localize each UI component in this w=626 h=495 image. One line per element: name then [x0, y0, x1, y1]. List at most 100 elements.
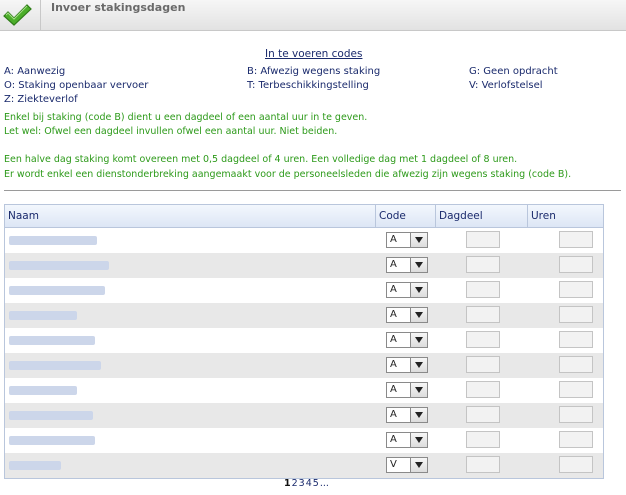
staking-grid: Naam Code Dagdeel Uren A A A A A A A A A V	[4, 204, 604, 479]
employee-name-link[interactable]	[9, 461, 61, 470]
header-code[interactable]: Code	[375, 205, 435, 227]
code-select[interactable]: A	[386, 257, 428, 273]
dagdeel-input[interactable]	[466, 231, 500, 248]
code-select[interactable]: A	[386, 282, 428, 298]
page-link[interactable]: 4	[306, 478, 312, 489]
uren-input[interactable]	[559, 431, 593, 448]
chevron-down-icon[interactable]	[410, 433, 427, 447]
employee-name-link[interactable]	[9, 361, 101, 370]
table-row: A	[5, 353, 603, 378]
uren-input[interactable]	[559, 381, 593, 398]
code-select-value: A	[390, 234, 397, 245]
note-line: Een halve dag staking komt overeen met 0…	[4, 154, 518, 165]
employee-name-link[interactable]	[9, 386, 77, 395]
employee-name-link[interactable]	[9, 236, 97, 245]
chevron-down-icon[interactable]	[410, 258, 427, 272]
table-row: A	[5, 328, 603, 353]
title-bar: Invoer stakingsdagen	[0, 0, 626, 31]
code-v: V: Verlofstelsel	[469, 80, 543, 91]
header-uren[interactable]: Uren	[527, 205, 603, 227]
chevron-down-icon[interactable]	[410, 383, 427, 397]
code-select[interactable]: A	[386, 432, 428, 448]
dagdeel-input[interactable]	[466, 331, 500, 348]
table-row: A	[5, 378, 603, 403]
table-row: A	[5, 228, 603, 253]
page-link[interactable]: ...	[320, 478, 329, 489]
table-row: A	[5, 428, 603, 453]
employee-name-link[interactable]	[9, 311, 77, 320]
chevron-down-icon[interactable]	[410, 408, 427, 422]
employee-name-link[interactable]	[9, 436, 95, 445]
uren-input[interactable]	[559, 256, 593, 273]
code-select[interactable]: A	[386, 382, 428, 398]
table-row: A	[5, 303, 603, 328]
code-select-value: A	[390, 334, 397, 345]
code-select[interactable]: A	[386, 357, 428, 373]
code-select-value: A	[390, 359, 397, 370]
code-select-value: V	[390, 459, 397, 470]
code-select[interactable]: V	[386, 457, 428, 473]
code-g: G: Geen opdracht	[469, 66, 558, 77]
code-select-value: A	[390, 384, 397, 395]
dagdeel-input[interactable]	[466, 431, 500, 448]
uren-input[interactable]	[559, 406, 593, 423]
code-t: T: Terbeschikkingstelling	[247, 80, 369, 91]
header-naam[interactable]: Naam	[5, 205, 375, 227]
code-select[interactable]: A	[386, 407, 428, 423]
code-select-value: A	[390, 259, 397, 270]
code-select-value: A	[390, 434, 397, 445]
chevron-down-icon[interactable]	[410, 308, 427, 322]
uren-input[interactable]	[559, 356, 593, 373]
page-link[interactable]: 3	[299, 478, 305, 489]
code-select-value: A	[390, 309, 397, 320]
pager: 12345...	[284, 478, 330, 489]
checkmark-icon[interactable]	[2, 2, 32, 28]
dagdeel-input[interactable]	[466, 306, 500, 323]
codes-title[interactable]: In te voeren codes	[265, 48, 362, 60]
table-row: A	[5, 403, 603, 428]
code-select-value: A	[390, 284, 397, 295]
employee-name-link[interactable]	[9, 411, 93, 420]
uren-input[interactable]	[559, 456, 593, 473]
code-o: O: Staking openbaar vervoer	[4, 80, 149, 91]
separator	[4, 190, 621, 191]
page-link[interactable]: 5	[313, 478, 319, 489]
uren-input[interactable]	[559, 306, 593, 323]
header-dagdeel[interactable]: Dagdeel	[435, 205, 527, 227]
uren-input[interactable]	[559, 331, 593, 348]
uren-input[interactable]	[559, 231, 593, 248]
code-select-value: A	[390, 409, 397, 420]
employee-name-link[interactable]	[9, 261, 109, 270]
grid-header: Naam Code Dagdeel Uren	[5, 205, 603, 228]
chevron-down-icon[interactable]	[410, 458, 427, 472]
page-link[interactable]: 1	[284, 478, 291, 489]
code-a: A: Aanwezig	[4, 66, 66, 77]
uren-input[interactable]	[559, 281, 593, 298]
code-select[interactable]: A	[386, 307, 428, 323]
code-z: Z: Ziekteverlof	[4, 94, 78, 105]
table-row: A	[5, 278, 603, 303]
dagdeel-input[interactable]	[466, 406, 500, 423]
code-select[interactable]: A	[386, 232, 428, 248]
note-line: Er wordt enkel een dienstonderbreking aa…	[4, 169, 572, 180]
dagdeel-input[interactable]	[466, 256, 500, 273]
employee-name-link[interactable]	[9, 286, 105, 295]
note-line: Enkel bij staking (code B) dient u een d…	[4, 112, 368, 123]
page-link[interactable]: 2	[292, 478, 298, 489]
code-select[interactable]: A	[386, 332, 428, 348]
chevron-down-icon[interactable]	[410, 283, 427, 297]
dagdeel-input[interactable]	[466, 356, 500, 373]
employee-name-link[interactable]	[9, 336, 95, 345]
dagdeel-input[interactable]	[466, 281, 500, 298]
table-row: A	[5, 253, 603, 278]
chevron-down-icon[interactable]	[410, 358, 427, 372]
chevron-down-icon[interactable]	[410, 333, 427, 347]
code-b: B: Afwezig wegens staking	[247, 66, 381, 77]
note-line: Let wel: Ofwel een dagdeel invullen ofwe…	[4, 126, 338, 137]
dagdeel-input[interactable]	[466, 456, 500, 473]
dagdeel-input[interactable]	[466, 381, 500, 398]
table-row: V	[5, 453, 603, 478]
title-divider	[40, 0, 41, 30]
chevron-down-icon[interactable]	[410, 233, 427, 247]
page-title: Invoer stakingsdagen	[51, 1, 186, 14]
